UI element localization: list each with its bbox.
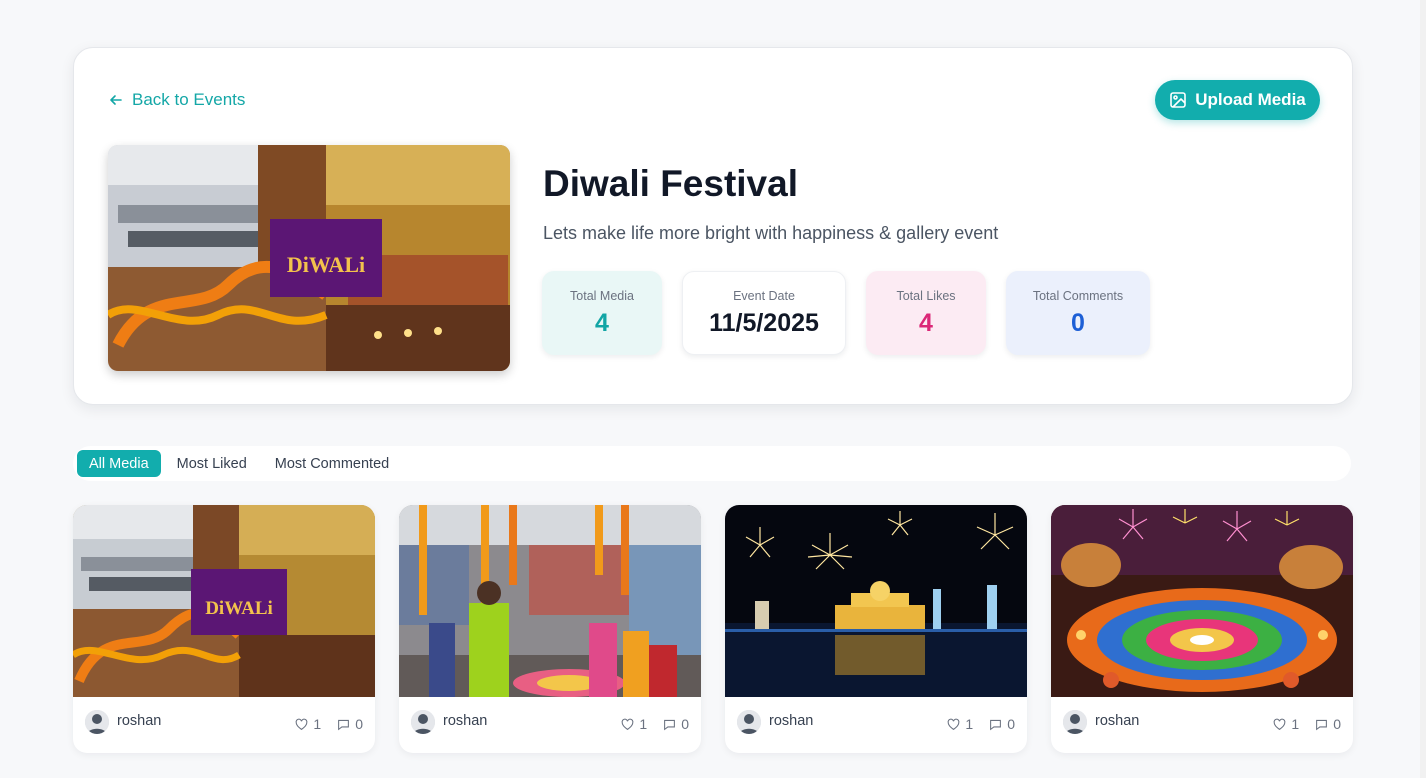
- user-avatar-icon: [411, 710, 435, 734]
- stat-label: Total Comments: [1032, 288, 1124, 303]
- heart-icon[interactable]: [1273, 718, 1286, 731]
- heart-icon[interactable]: [947, 718, 960, 731]
- media-footer: roshan 1 0: [725, 697, 1027, 753]
- media-image-golden-temple[interactable]: [725, 505, 1027, 697]
- media-meta: 1 0: [1273, 716, 1341, 732]
- event-title: Diwali Festival: [543, 163, 798, 204]
- stat-total-comments: Total Comments 0: [1006, 271, 1150, 355]
- comment-icon[interactable]: [337, 718, 350, 731]
- media-footer: roshan 1 0: [1051, 697, 1353, 753]
- comment-count: 0: [1333, 716, 1341, 732]
- upload-media-button[interactable]: Upload Media: [1155, 80, 1320, 120]
- media-meta: 1 0: [621, 716, 689, 732]
- media-footer: roshan 1 0: [73, 697, 375, 753]
- media-footer: roshan 1 0: [399, 697, 701, 753]
- media-meta: 1 0: [295, 716, 363, 732]
- tab-most-liked[interactable]: Most Liked: [165, 450, 259, 477]
- user-avatar-icon: [737, 710, 761, 734]
- event-subtitle: Lets make life more bright with happines…: [543, 223, 999, 243]
- media-card[interactable]: DiWALi roshan 1 0: [73, 505, 375, 753]
- event-header-card: Back to Events Upload Media DiWALi Diwal…: [73, 47, 1353, 405]
- event-cover-image: DiWALi: [108, 145, 510, 371]
- media-image-office-decor[interactable]: DiWALi: [73, 505, 375, 697]
- uploader-name: roshan: [1095, 713, 1140, 729]
- comment-count: 0: [355, 716, 363, 732]
- media-card[interactable]: roshan 1 0: [1051, 505, 1353, 753]
- arrow-left-icon: [110, 95, 122, 105]
- stat-value: 0: [1071, 308, 1085, 337]
- user-avatar-icon: [85, 710, 109, 734]
- upload-label: Upload Media: [1195, 90, 1306, 109]
- stat-value: 4: [595, 308, 609, 337]
- stat-event-date: Event Date 11/5/2025: [682, 271, 846, 355]
- uploader-name: roshan: [769, 713, 814, 729]
- tab-all-media[interactable]: All Media: [77, 450, 161, 477]
- stat-label: Event Date: [733, 288, 795, 303]
- like-count: 1: [1291, 716, 1300, 732]
- heart-icon[interactable]: [621, 718, 634, 731]
- heart-icon[interactable]: [295, 718, 308, 731]
- like-count: 1: [965, 716, 974, 732]
- stat-total-likes: Total Likes 4: [866, 271, 986, 355]
- uploader-name: roshan: [443, 713, 488, 729]
- stat-label: Total Likes: [896, 288, 956, 303]
- back-label: Back to Events: [132, 90, 246, 109]
- comment-icon[interactable]: [1315, 718, 1328, 731]
- like-count: 1: [639, 716, 648, 732]
- media-card[interactable]: roshan 1 0: [725, 505, 1027, 753]
- tab-most-commented[interactable]: Most Commented: [263, 450, 401, 477]
- comment-icon[interactable]: [663, 718, 676, 731]
- stat-total-media: Total Media 4: [542, 271, 662, 355]
- user-avatar-icon: [1063, 710, 1087, 734]
- svg-text:DiWALi: DiWALi: [287, 252, 365, 277]
- media-meta: 1 0: [947, 716, 1015, 732]
- image-icon: [1170, 92, 1187, 108]
- media-image-team-rangoli[interactable]: [399, 505, 701, 697]
- media-filter-tabs: All Media Most Liked Most Commented: [73, 446, 1351, 481]
- stat-label: Total Media: [570, 288, 634, 303]
- comment-count: 0: [1007, 716, 1015, 732]
- stat-value: 4: [919, 308, 933, 337]
- stat-value: 11/5/2025: [709, 308, 819, 337]
- uploader-name: roshan: [117, 713, 162, 729]
- like-count: 1: [313, 716, 322, 732]
- media-card[interactable]: roshan 1 0: [399, 505, 701, 753]
- media-image-rangoli-diyas[interactable]: [1051, 505, 1353, 697]
- svg-text:DiWALi: DiWALi: [205, 598, 273, 619]
- back-to-events-link[interactable]: Back to Events: [108, 90, 245, 110]
- scrollbar[interactable]: [1420, 0, 1426, 778]
- comment-icon[interactable]: [989, 718, 1002, 731]
- media-grid: DiWALi roshan 1 0 roshan 1 0 roshan 1 0 …: [73, 505, 1353, 753]
- comment-count: 0: [681, 716, 689, 732]
